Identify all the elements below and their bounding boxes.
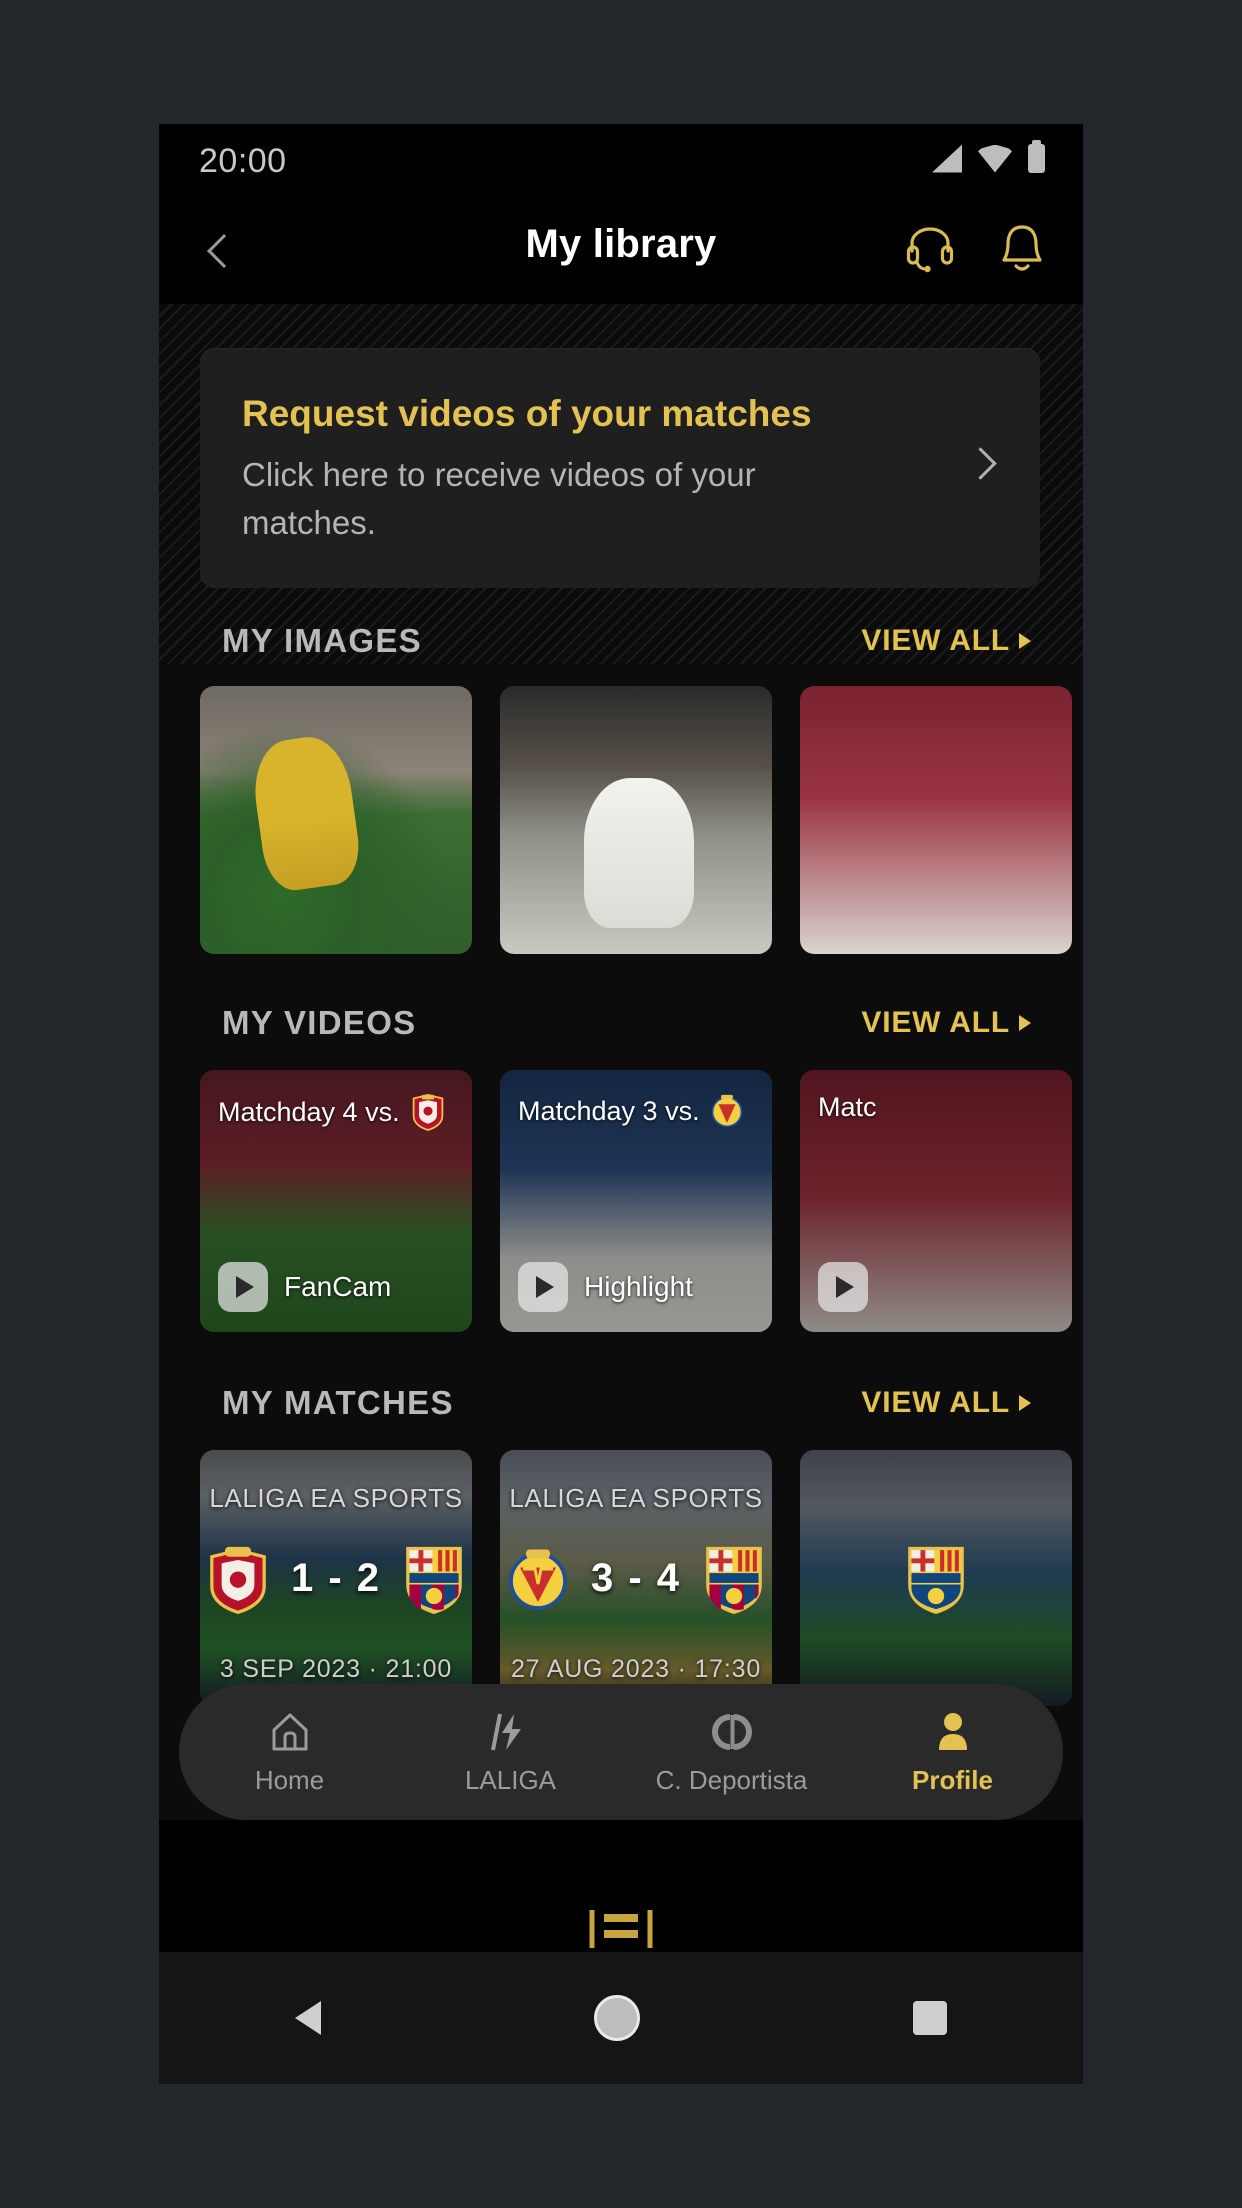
match-datetime: 27 AUG 2023 · 17:30 <box>510 1655 762 1683</box>
video-card[interactable]: Matchday 3 vs. Highlight <box>500 1070 772 1332</box>
tab-profile[interactable]: Profile <box>842 1709 1063 1796</box>
section-title-videos: MY VIDEOS <box>222 1004 417 1041</box>
villarreal-crest <box>711 1094 742 1128</box>
match-result-row: 1 - 2 <box>200 1542 472 1614</box>
status-bar: 20:00 <box>159 124 1083 199</box>
chevron-right-icon[interactable] <box>964 447 997 480</box>
video-top-row: Matc <box>818 1092 1060 1123</box>
arrow-right-icon <box>1019 1395 1031 1411</box>
match-result-row <box>800 1542 1072 1614</box>
section-title-matches: MY MATCHES <box>222 1384 454 1421</box>
tab-c-deportista[interactable]: C. Deportista <box>621 1709 842 1796</box>
status-icons <box>932 140 1045 173</box>
match-datetime: 3 SEP 2023 · 21:00 <box>219 1655 453 1683</box>
triangle-back-icon[interactable] <box>295 2001 322 2035</box>
video-top-row: Matchday 3 vs. <box>518 1092 760 1130</box>
view-all-label: VIEW ALL <box>861 1386 1010 1419</box>
barcelona-crest <box>406 1546 462 1614</box>
signal-icon <box>932 144 962 173</box>
video-bottom-row: FanCam <box>218 1262 391 1312</box>
competition-label: LALIGA EA SPORTS <box>209 1483 463 1513</box>
content-area: Request videos of your matches Click her… <box>159 304 1083 1820</box>
bell-icon <box>1002 225 1042 271</box>
video-type-label: Highlight <box>584 1271 693 1302</box>
video-top-row: Matchday 4 vs. <box>218 1092 460 1132</box>
video-matchday-label: Matchday 3 vs. <box>518 1095 700 1126</box>
view-all-images-button[interactable]: VIEW ALL <box>861 624 1031 658</box>
wifi-icon <box>978 145 1012 173</box>
arrow-right-icon <box>1019 633 1031 649</box>
banner-subtitle: Click here to receive videos of your mat… <box>242 456 756 541</box>
support-button[interactable] <box>899 217 961 279</box>
video-type-label: FanCam <box>284 1271 392 1302</box>
image-card[interactable] <box>200 686 472 954</box>
competition-label: LALIGA EA SPORTS <box>509 1483 763 1513</box>
video-bottom-row: Highlight <box>518 1262 693 1312</box>
tab-laliga[interactable]: LALIGA <box>400 1709 621 1796</box>
section-header-images: MY IMAGES VIEW ALL <box>159 622 1083 672</box>
video-card[interactable]: Matchday 4 vs. FanCam <box>200 1070 472 1332</box>
view-all-videos-button[interactable]: VIEW ALL <box>861 1006 1031 1040</box>
play-icon[interactable] <box>818 1262 868 1312</box>
barcelona-crest <box>908 1546 964 1614</box>
tab-label: Home <box>254 1764 325 1795</box>
villarreal-crest <box>509 1549 567 1610</box>
view-all-label: VIEW ALL <box>861 1006 1010 1039</box>
person-icon <box>938 1712 967 1750</box>
match-result-row: 3 - 4 <box>500 1542 772 1614</box>
tab-label: C. Deportista <box>655 1764 808 1795</box>
play-icon[interactable] <box>218 1262 268 1312</box>
match-card[interactable]: LALIGA EA SPORTS 1 - 2 3 SEP 2023 · 21:0… <box>200 1450 472 1706</box>
match-card[interactable] <box>800 1450 1072 1706</box>
image-thumbnail <box>200 686 472 954</box>
osasuna-crest <box>412 1093 443 1131</box>
video-bottom-row <box>818 1262 868 1312</box>
images-carousel[interactable] <box>159 686 1083 954</box>
app-header: My library <box>159 199 1083 304</box>
bottom-tab-bar: Home LALIGA C. Deportista Profile <box>179 1684 1063 1820</box>
status-time: 20:00 <box>199 142 287 180</box>
video-matchday-label: Matc <box>818 1092 877 1122</box>
home-icon <box>272 1713 307 1750</box>
battery-icon <box>1028 140 1045 173</box>
arrow-right-icon <box>1019 1015 1031 1031</box>
banner-title: Request videos of your matches <box>242 393 812 434</box>
laliga-logo-icon <box>490 1713 521 1750</box>
circle-home-icon[interactable] <box>593 1995 640 2041</box>
barcelona-crest <box>706 1546 762 1614</box>
image-thumbnail <box>500 686 772 954</box>
section-header-matches: MY MATCHES VIEW ALL <box>159 1384 1083 1434</box>
section-title-images: MY IMAGES <box>222 622 422 659</box>
image-thumbnail <box>800 686 1072 954</box>
headset-icon <box>906 227 954 273</box>
matches-carousel[interactable]: LALIGA EA SPORTS 1 - 2 3 SEP 2023 · 21:0… <box>159 1450 1083 1706</box>
video-matchday-label: Matchday 4 vs. <box>218 1096 400 1127</box>
phone-screen: 20:00 My library Request videos of your … <box>159 124 1083 2084</box>
header-actions <box>899 217 1053 279</box>
view-all-label: VIEW ALL <box>861 624 1010 657</box>
videos-carousel[interactable]: Matchday 4 vs. FanCam Matchday 3 vs. Hig… <box>159 1070 1083 1332</box>
osasuna-crest <box>210 1546 266 1614</box>
tab-label: Profile <box>912 1764 993 1795</box>
image-card[interactable] <box>800 686 1072 954</box>
floating-handle-icon[interactable] <box>578 1908 664 1952</box>
match-score: 1 - 2 <box>290 1555 382 1600</box>
video-card[interactable]: Matc <box>800 1070 1072 1332</box>
match-card[interactable]: LALIGA EA SPORTS 3 - 4 27 AUG 2023 · 17:… <box>500 1450 772 1706</box>
request-videos-banner[interactable]: Request videos of your matches Click her… <box>200 348 1040 588</box>
section-header-videos: MY VIDEOS VIEW ALL <box>159 1004 1083 1054</box>
view-all-matches-button[interactable]: VIEW ALL <box>861 1386 1031 1420</box>
tab-label: LALIGA <box>464 1764 557 1795</box>
image-card[interactable] <box>500 686 772 954</box>
match-score: 3 - 4 <box>590 1555 682 1600</box>
square-recents-icon[interactable] <box>912 2001 947 2035</box>
tab-home[interactable]: Home <box>179 1709 400 1796</box>
play-icon[interactable] <box>518 1262 568 1312</box>
cd-monogram-icon <box>711 1713 752 1750</box>
notifications-button[interactable] <box>991 217 1053 279</box>
android-navigation-bar <box>159 1952 1083 2084</box>
